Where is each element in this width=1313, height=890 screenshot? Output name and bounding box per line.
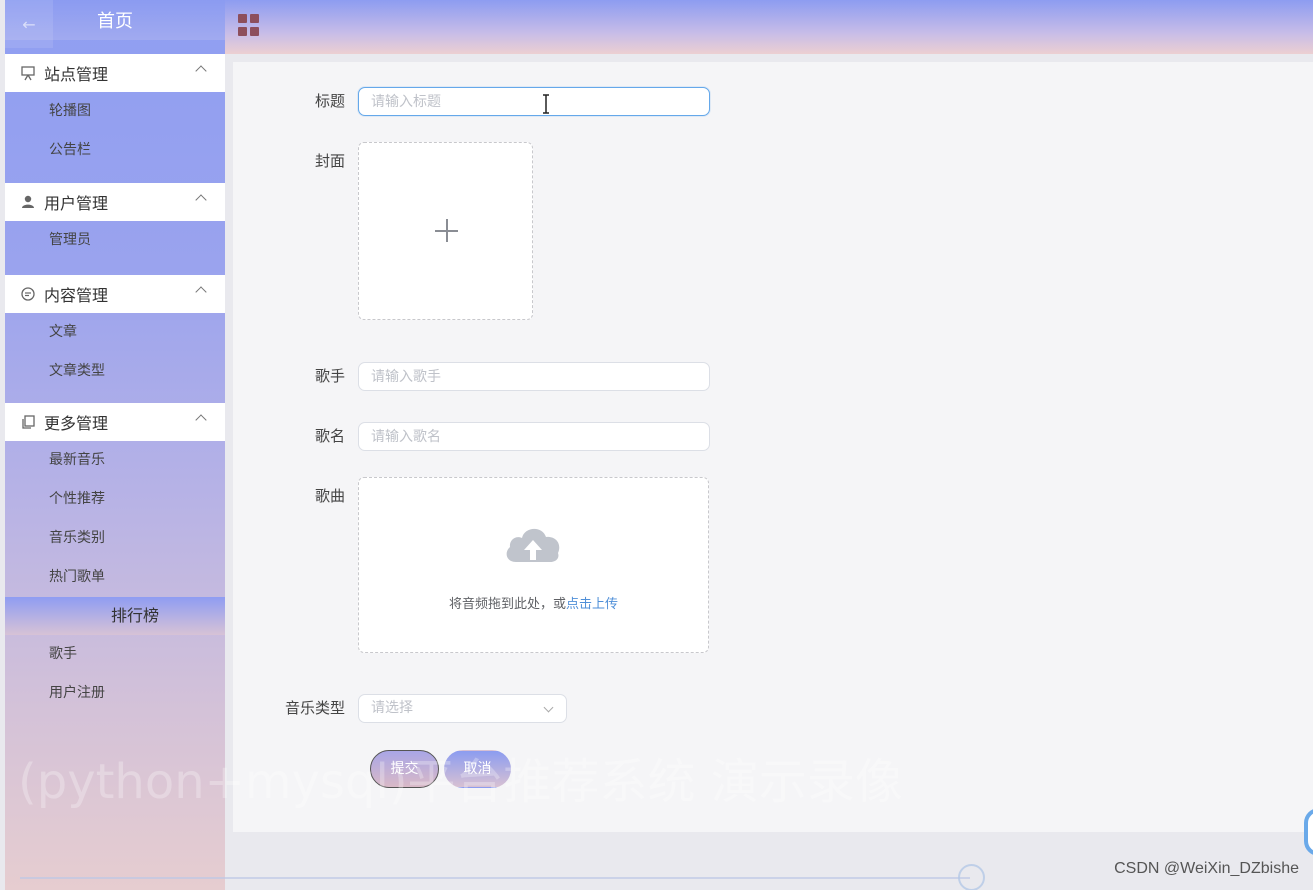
chevron-up-icon xyxy=(195,414,207,426)
song-name-input[interactable] xyxy=(358,422,710,451)
video-progress-track[interactable] xyxy=(20,877,970,879)
sidebar-item-article[interactable]: 文章 xyxy=(5,313,225,352)
sidebar-item-admin[interactable]: 管理员 xyxy=(5,221,225,260)
sidebar-group-title: 更多管理 xyxy=(44,414,109,433)
sidebar-group-user[interactable]: 用户管理 xyxy=(5,183,225,221)
music-type-label: 音乐类型 xyxy=(284,699,345,717)
sidebar-item-carousel[interactable]: 轮播图 xyxy=(5,92,225,131)
sidebar-item-new-music[interactable]: 最新音乐 xyxy=(5,441,225,480)
cancel-button[interactable]: 取消 xyxy=(444,750,511,788)
submit-button[interactable]: 提交 xyxy=(370,750,439,788)
sidebar-group-title: 用户管理 xyxy=(44,194,109,213)
form-row-title: 标题 xyxy=(233,87,710,116)
form-row-singer: 歌手 xyxy=(233,362,710,391)
singer-label: 歌手 xyxy=(314,367,345,385)
song-label: 歌曲 xyxy=(314,487,345,505)
sidebar-item-article-type[interactable]: 文章类型 xyxy=(5,352,225,391)
title-input[interactable] xyxy=(358,87,710,116)
upload-hint: 将音频拖到此处，或点击上传 xyxy=(359,593,708,612)
select-placeholder: 请选择 xyxy=(371,700,413,716)
copy-icon xyxy=(20,414,36,430)
sidebar-item-singer[interactable]: 歌手 xyxy=(5,635,225,674)
chat-icon xyxy=(20,286,36,302)
easel-icon xyxy=(20,65,36,81)
text-cursor-icon xyxy=(543,94,549,114)
sidebar-group-content[interactable]: 内容管理 xyxy=(5,275,225,313)
form-row-cover: 封面 xyxy=(233,142,533,320)
sidebar-header: ← 首页 xyxy=(5,0,225,48)
sidebar-group-site[interactable]: 站点管理 xyxy=(5,54,225,92)
cover-label: 封面 xyxy=(314,152,345,170)
chevron-up-icon xyxy=(195,286,207,298)
cover-uploader[interactable] xyxy=(358,142,533,320)
sidebar-rank-title[interactable]: 排行榜 xyxy=(5,597,225,635)
sidebar-home-link[interactable]: 首页 xyxy=(5,0,225,40)
form-row-music-type: 音乐类型 请选择 xyxy=(233,694,567,723)
form-row-song: 歌曲 将音频拖到此处，或点击上传 xyxy=(233,477,709,653)
sidebar-item-hot-playlist[interactable]: 热门歌单 xyxy=(5,558,225,597)
upload-drag-text: 将音频拖到此处，或 xyxy=(448,597,566,612)
song-name-label: 歌名 xyxy=(314,427,345,445)
music-type-select[interactable]: 请选择 xyxy=(358,694,567,723)
form-row-song-name: 歌名 xyxy=(233,422,710,451)
sidebar-group-title: 内容管理 xyxy=(44,286,109,305)
sidebar-item-user-register[interactable]: 用户注册 xyxy=(5,674,225,713)
sidebar-group-title: 站点管理 xyxy=(44,65,109,84)
cloud-upload-icon xyxy=(506,528,560,562)
credit-text: CSDN @WeiXin_DZbishe xyxy=(1114,860,1299,877)
sidebar-group-more[interactable]: 更多管理 xyxy=(5,403,225,441)
floating-widget[interactable] xyxy=(1304,808,1313,856)
upload-click-link[interactable]: 点击上传 xyxy=(566,597,618,612)
sidebar-item-recommend[interactable]: 个性推荐 xyxy=(5,480,225,519)
title-label: 标题 xyxy=(314,92,345,110)
form-actions: 提交 取消 xyxy=(370,750,511,788)
form-panel: 标题 封面 歌手 歌名 歌曲 将音频拖到此处，或点击上传 xyxy=(233,62,1313,832)
sidebar: ← 首页 站点管理 轮播图 公告栏 用户管理 管理员 内容管理 文章 文章类型 xyxy=(5,0,225,890)
sidebar-item-music-category[interactable]: 音乐类别 xyxy=(5,519,225,558)
chevron-down-icon xyxy=(543,702,554,713)
song-dropzone[interactable]: 将音频拖到此处，或点击上传 xyxy=(358,477,709,653)
top-header xyxy=(225,0,1313,54)
grid-icon[interactable] xyxy=(238,14,260,36)
video-progress-handle[interactable] xyxy=(958,864,985,890)
chevron-up-icon xyxy=(195,65,207,77)
sidebar-item-notice[interactable]: 公告栏 xyxy=(5,131,225,170)
chevron-up-icon xyxy=(195,194,207,206)
user-icon xyxy=(20,194,36,210)
singer-input[interactable] xyxy=(358,362,710,391)
